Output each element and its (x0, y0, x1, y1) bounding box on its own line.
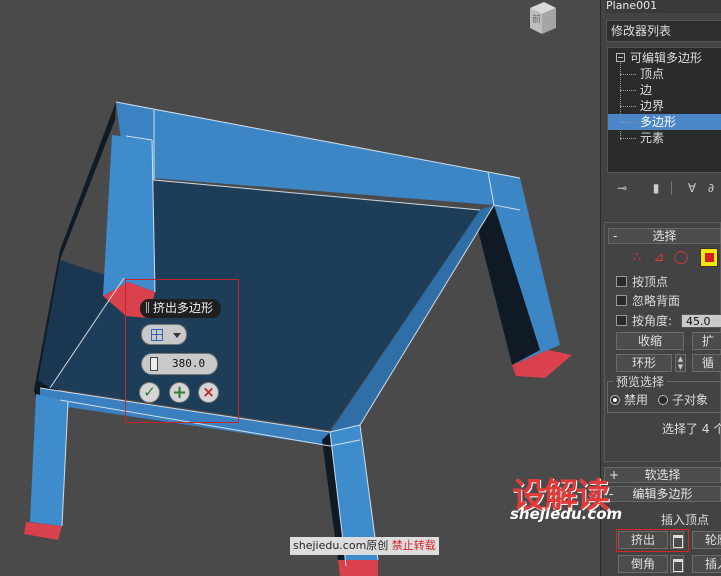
edit-polygons-title: 编辑多边形 (632, 487, 693, 501)
preview-subobject-radio[interactable]: 子对象 (658, 393, 708, 407)
extrude-polygons-caddy-title[interactable]: 挤出多边形 (140, 299, 222, 318)
group-extrude-icon (151, 329, 163, 341)
angle-value-field[interactable]: 45.0 (681, 314, 721, 328)
extrude-highlight-frame (616, 529, 689, 552)
remove-modifier-icon[interactable]: ∂ (704, 181, 718, 195)
rollout-expand-sign: + (609, 468, 620, 482)
caddy-apply-button[interactable]: + (169, 382, 190, 403)
soft-selection-rollout-header[interactable]: + 软选择 (604, 467, 721, 483)
loop-button[interactable]: 循 (692, 354, 721, 372)
stack-item-vertex[interactable]: 顶点 (608, 66, 721, 82)
vertex-icon[interactable]: ∴ (628, 248, 646, 267)
preview-selection-label: 预览选择 (614, 375, 667, 389)
height-slider-icon[interactable] (150, 357, 158, 371)
soft-selection-title: 软选择 (644, 468, 681, 482)
rollout-collapse-sign: - (609, 487, 614, 501)
preview-off-label: 禁用 (624, 393, 649, 407)
make-unique-icon[interactable]: ∀ (685, 181, 699, 195)
caddy-grip-icon[interactable] (146, 302, 149, 313)
back-left-leg (30, 394, 68, 526)
bevel-settings-icon[interactable] (670, 555, 684, 573)
insert-vertex-button[interactable]: 插入顶点 (661, 511, 709, 528)
stack-item-border[interactable]: 边界 (608, 98, 721, 114)
stack-item-edge[interactable]: 边 (608, 82, 721, 98)
modifier-stack[interactable]: 可编辑多边形 顶点 边 边界 多边形 元素 (607, 47, 721, 173)
extrusion-type-dropdown[interactable] (141, 324, 187, 345)
by-vertex-label: 按顶点 (632, 275, 669, 289)
viewcube[interactable]: 前 (524, 0, 558, 36)
perspective-viewport[interactable]: 前 挤出多边形 380.0 ✓ + × (0, 0, 600, 576)
extrusion-height-value: 380.0 (172, 357, 206, 370)
by-vertex-checkbox[interactable]: 按顶点 (616, 275, 720, 291)
caddy-ok-button[interactable]: ✓ (139, 382, 160, 403)
viewcube-label: 前 (532, 15, 542, 25)
pin-stack-icon[interactable]: ⊸ (615, 181, 629, 195)
ignore-backfacing-checkbox[interactable]: 忽略背面 (616, 294, 720, 310)
extrusion-height-field[interactable]: 380.0 (141, 353, 218, 375)
rollout-collapse-sign: - (613, 229, 618, 243)
polygon-icon[interactable] (700, 248, 718, 267)
selection-rollout-title: 选择 (652, 229, 677, 243)
stack-toolbar: ⊸ ▮ ∀ ∂ (601, 178, 721, 198)
modifier-list-dropdown[interactable]: 修改器列表 (606, 20, 721, 42)
chevron-down-icon (173, 333, 181, 338)
table-mesh[interactable] (0, 0, 600, 576)
inset-button[interactable]: 插入 (692, 555, 721, 573)
object-name-field[interactable]: Plane001 (606, 0, 721, 13)
stack-item-editable-poly[interactable]: 可编辑多边形 (616, 50, 721, 66)
by-angle-label: 按角度: (632, 314, 673, 328)
stack-root-label: 可编辑多边形 (630, 51, 703, 65)
ring-spinner[interactable]: ▲ ▼ (675, 354, 686, 372)
grow-button[interactable]: 扩 (692, 332, 721, 350)
shrink-button[interactable]: 收缩 (616, 332, 684, 350)
watermark-bottom-red: 禁止转载 (391, 539, 436, 552)
stack-item-element[interactable]: 元素 (608, 130, 721, 146)
ignore-backfacing-label: 忽略背面 (632, 294, 681, 308)
collapse-icon[interactable] (616, 53, 625, 62)
edge-icon[interactable]: ⊿ (650, 248, 668, 267)
watermark-bottom-banner: shejiedu.com原创 禁止转载 (290, 537, 439, 555)
caddy-title-text: 挤出多边形 (153, 301, 214, 315)
stack-item-polygon[interactable]: 多边形 (608, 114, 721, 130)
preview-subobject-label: 子对象 (672, 393, 709, 407)
front-left-leg (103, 135, 155, 296)
preview-off-radio[interactable]: 禁用 (610, 393, 648, 407)
selection-rollout-header[interactable]: - 选择 (608, 228, 721, 244)
subobject-icons: ∴ ⊿ ◯ (628, 248, 721, 268)
caddy-cancel-button[interactable]: × (198, 382, 219, 403)
border-icon[interactable]: ◯ (672, 248, 690, 267)
watermark-url: shejiedu.com (510, 505, 623, 523)
watermark-bottom-site: shejiedu.com (293, 539, 367, 552)
bevel-button[interactable]: 倒角 (618, 555, 668, 573)
extruded-face-3 (338, 560, 378, 576)
ring-button[interactable]: 环形 (616, 354, 672, 372)
show-end-result-icon[interactable]: ▮ (649, 181, 663, 195)
outline-button[interactable]: 轮廓 (692, 531, 721, 549)
edit-polygons-rollout-header[interactable]: - 编辑多边形 (604, 486, 721, 502)
watermark-bottom-mid: 原创 (366, 539, 389, 552)
selection-status-text: 选择了 4 个 (662, 422, 721, 436)
